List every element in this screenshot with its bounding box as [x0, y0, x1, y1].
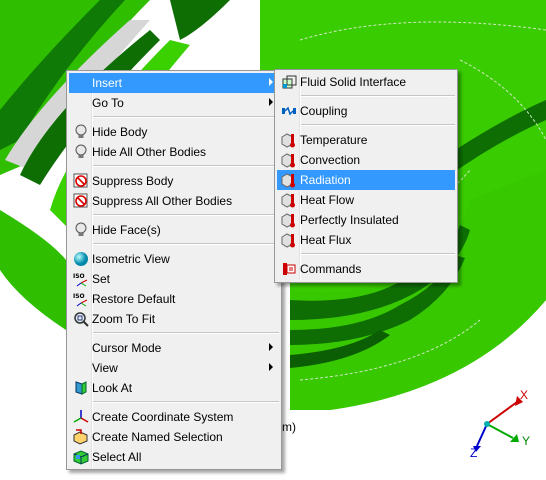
lightbulb-icon — [73, 124, 89, 140]
submenu-item-heat-flux[interactable]: Heat Flux — [277, 230, 455, 250]
menu-item-go-to[interactable]: Go To — [69, 93, 279, 113]
menu-item-hide-body[interactable]: Hide Body — [69, 122, 279, 142]
menu-separator — [93, 332, 279, 334]
submenu-item-temperature[interactable]: Temperature — [277, 130, 455, 150]
menu-item-label: Commands — [300, 262, 362, 276]
menu-item-label: Temperature — [300, 133, 368, 147]
select-all-icon — [73, 449, 89, 465]
menu-item-label: Zoom To Fit — [92, 312, 156, 326]
menu-item-hide-faces[interactable]: Hide Face(s) — [69, 220, 279, 240]
menu-item-label: Cursor Mode — [92, 341, 162, 355]
menu-item-label: Convection — [300, 153, 361, 167]
menu-separator — [93, 116, 279, 118]
perfectly-insulated-icon — [281, 212, 297, 228]
submenu-item-commands[interactable]: Commands — [277, 259, 455, 279]
menu-item-label: Coupling — [300, 104, 348, 118]
submenu-item-heat-flow[interactable]: Heat Flow — [277, 190, 455, 210]
menu-separator — [301, 95, 455, 97]
iso-set-icon: ISO — [73, 271, 89, 287]
menu-item-cursor-mode[interactable]: Cursor Mode — [69, 338, 279, 358]
submenu-arrow-icon — [269, 98, 273, 106]
iso-restore-icon: ISO — [73, 291, 89, 307]
submenu-arrow-icon — [269, 78, 273, 86]
lightbulb-icon — [73, 222, 89, 238]
suppress-icon — [73, 173, 89, 189]
menu-item-label: Create Named Selection — [92, 430, 223, 444]
menu-item-look-at[interactable]: Look At — [69, 378, 279, 398]
submenu-item-fluid-solid-interface[interactable]: Fluid Solid Interface — [277, 72, 455, 92]
zoom-fit-icon — [73, 311, 89, 327]
sphere-icon — [73, 251, 89, 267]
commands-icon — [281, 261, 297, 277]
triad-z-label: Z — [470, 446, 478, 460]
radiation-icon — [281, 172, 297, 188]
menu-item-hide-all-other-bodies[interactable]: Hide All Other Bodies — [69, 142, 279, 162]
menu-item-view[interactable]: View — [69, 358, 279, 378]
menu-item-label: Select All — [92, 450, 142, 464]
context-menu: Insert Go To Hide Body Hide All Other Bo… — [66, 70, 282, 470]
insert-submenu: Fluid Solid Interface Coupling Temperatu… — [274, 69, 458, 283]
menu-item-restore-default[interactable]: ISO Restore Default — [69, 289, 279, 309]
named-selection-icon — [73, 429, 89, 445]
svg-text:ISO: ISO — [73, 293, 85, 300]
temperature-icon — [281, 132, 297, 148]
menu-item-label: Suppress Body — [92, 174, 174, 188]
submenu-item-convection[interactable]: Convection — [277, 150, 455, 170]
menu-item-label: Radiation — [300, 173, 351, 187]
menu-separator — [301, 253, 455, 255]
menu-item-insert[interactable]: Insert — [69, 73, 279, 93]
menu-item-label: Hide Body — [92, 125, 148, 139]
heat-flux-icon — [281, 232, 297, 248]
menu-item-label: Heat Flux — [300, 233, 352, 247]
menu-separator — [93, 401, 279, 403]
menu-item-suppress-body[interactable]: Suppress Body — [69, 171, 279, 191]
submenu-arrow-icon — [269, 343, 273, 351]
menu-item-zoom-to-fit[interactable]: Zoom To Fit — [69, 309, 279, 329]
menu-item-label: Look At — [92, 381, 133, 395]
menu-item-label: View — [92, 361, 118, 375]
menu-item-label: Fluid Solid Interface — [300, 75, 407, 89]
submenu-item-coupling[interactable]: Coupling — [277, 101, 455, 121]
menu-item-isometric-view[interactable]: Isometric View — [69, 249, 279, 269]
submenu-item-radiation[interactable]: Radiation — [277, 170, 455, 190]
coordinate-system-icon — [73, 409, 89, 425]
menu-item-create-coordinate-system[interactable]: Create Coordinate System — [69, 407, 279, 427]
fluid-solid-interface-icon — [281, 74, 297, 90]
scale-unit-text: m) — [282, 420, 296, 434]
menu-item-create-named-selection[interactable]: Create Named Selection — [69, 427, 279, 447]
menu-item-label: Set — [92, 272, 111, 286]
menu-item-label: Perfectly Insulated — [300, 213, 399, 227]
triad-x-label: X — [520, 388, 529, 402]
menu-item-label: Insert — [92, 76, 123, 90]
menu-item-label: Create Coordinate System — [92, 410, 234, 424]
menu-item-label: Heat Flow — [300, 193, 355, 207]
submenu-item-perfectly-insulated[interactable]: Perfectly Insulated — [277, 210, 455, 230]
svg-text:ISO: ISO — [73, 273, 85, 280]
menu-item-set[interactable]: ISO Set — [69, 269, 279, 289]
menu-item-label: Suppress All Other Bodies — [92, 194, 233, 208]
menu-item-suppress-all-other-bodies[interactable]: Suppress All Other Bodies — [69, 191, 279, 211]
menu-item-label: Restore Default — [92, 292, 176, 306]
menu-separator — [93, 214, 279, 216]
convection-icon — [281, 152, 297, 168]
menu-item-label: Go To — [92, 96, 124, 110]
triad-y-label: Y — [522, 434, 531, 448]
submenu-arrow-icon — [269, 363, 273, 371]
menu-item-label: Hide Face(s) — [92, 223, 161, 237]
suppress-icon — [73, 193, 89, 209]
coupling-icon — [281, 103, 297, 119]
menu-separator — [93, 243, 279, 245]
lightbulb-icon — [73, 144, 89, 160]
heat-flow-icon — [281, 192, 297, 208]
menu-item-select-all[interactable]: Select All — [69, 447, 279, 467]
menu-separator — [301, 124, 455, 126]
menu-item-label: Hide All Other Bodies — [92, 145, 207, 159]
menu-item-label: Isometric View — [92, 252, 170, 266]
menu-separator — [93, 165, 279, 167]
look-at-icon — [73, 380, 89, 396]
